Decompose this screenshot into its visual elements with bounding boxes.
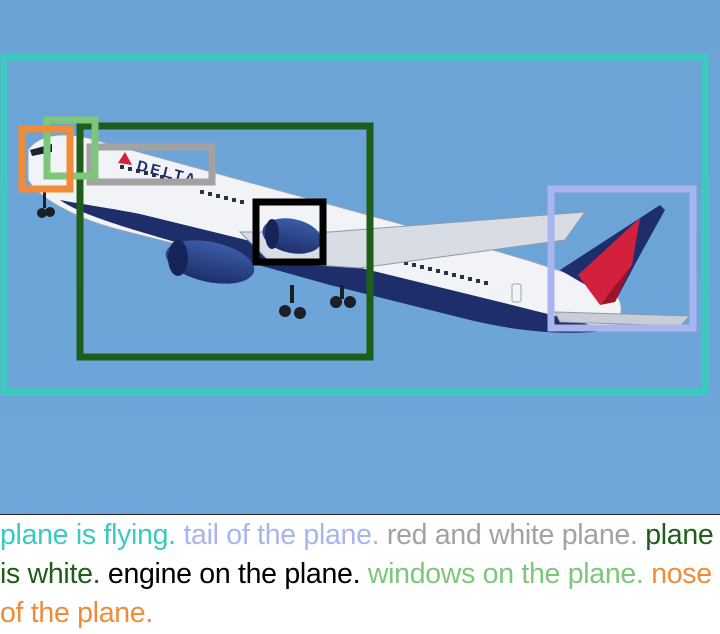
far-engine-intake (265, 219, 279, 249)
caption-red-and-white-plane: red and white plane. (386, 519, 638, 551)
photo-scene: DELTA (0, 0, 720, 514)
caption-divider (0, 514, 720, 515)
caption-plane-is-flying: plane is flying. (0, 519, 176, 551)
caption-engine-on-the-plane: engine on the plane. (107, 558, 361, 590)
airplane-photo: DELTA (0, 0, 720, 514)
caption-windows-on-the-plane: windows on the plane. (367, 558, 644, 590)
caption-area: plane is flying. tail of the plane. red … (0, 516, 720, 634)
near-engine-intake (168, 240, 188, 276)
caption-tail-of-the-plane: tail of the plane. (183, 519, 380, 551)
